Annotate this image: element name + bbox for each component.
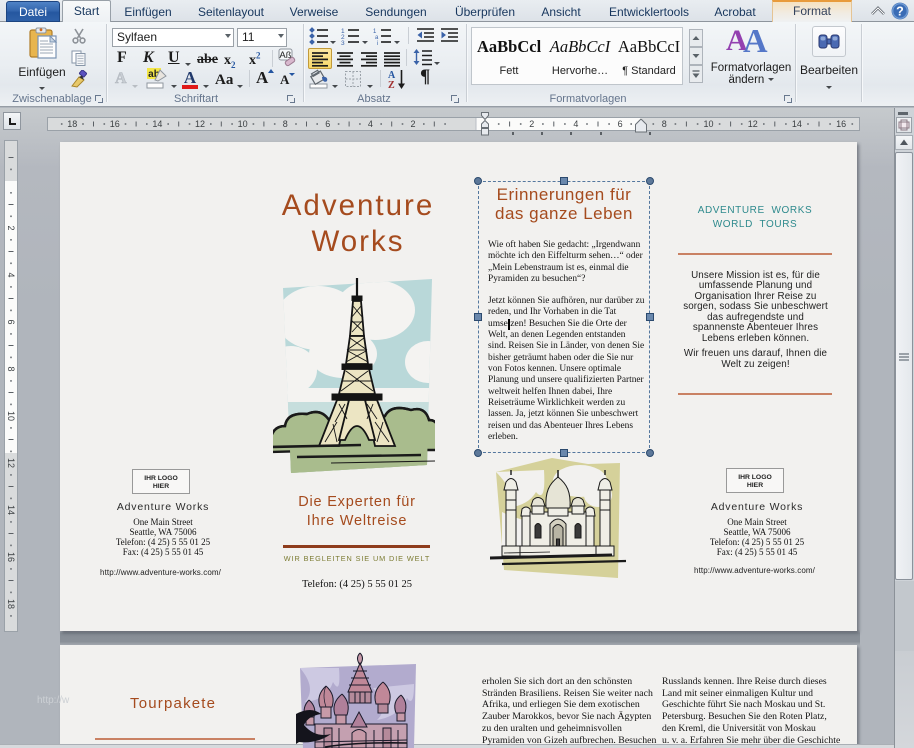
svg-text:4: 4	[368, 119, 373, 129]
svg-text:2: 2	[410, 119, 415, 129]
svg-text:16: 16	[836, 119, 846, 129]
svg-text:4: 4	[6, 272, 16, 277]
svg-text:4: 4	[573, 119, 578, 129]
svg-text:2: 2	[529, 119, 534, 129]
svg-text:18: 18	[67, 119, 77, 129]
svg-text:12: 12	[195, 119, 205, 129]
svg-text:2: 2	[6, 225, 16, 230]
svg-text:18: 18	[6, 599, 16, 609]
svg-text:8: 8	[283, 119, 288, 129]
svg-text:10: 10	[238, 119, 248, 129]
svg-text:10: 10	[703, 119, 713, 129]
svg-text:6: 6	[6, 319, 16, 324]
svg-text:10: 10	[6, 411, 16, 421]
svg-text:8: 8	[6, 366, 16, 371]
svg-text:12: 12	[6, 458, 16, 468]
svg-text:14: 14	[152, 119, 162, 129]
svg-text:8: 8	[662, 119, 667, 129]
svg-text:14: 14	[792, 119, 802, 129]
svg-text:12: 12	[748, 119, 758, 129]
svg-text:14: 14	[6, 505, 16, 515]
svg-text:6: 6	[325, 119, 330, 129]
svg-text:16: 16	[110, 119, 120, 129]
svg-text:16: 16	[6, 552, 16, 562]
svg-text:6: 6	[618, 119, 623, 129]
